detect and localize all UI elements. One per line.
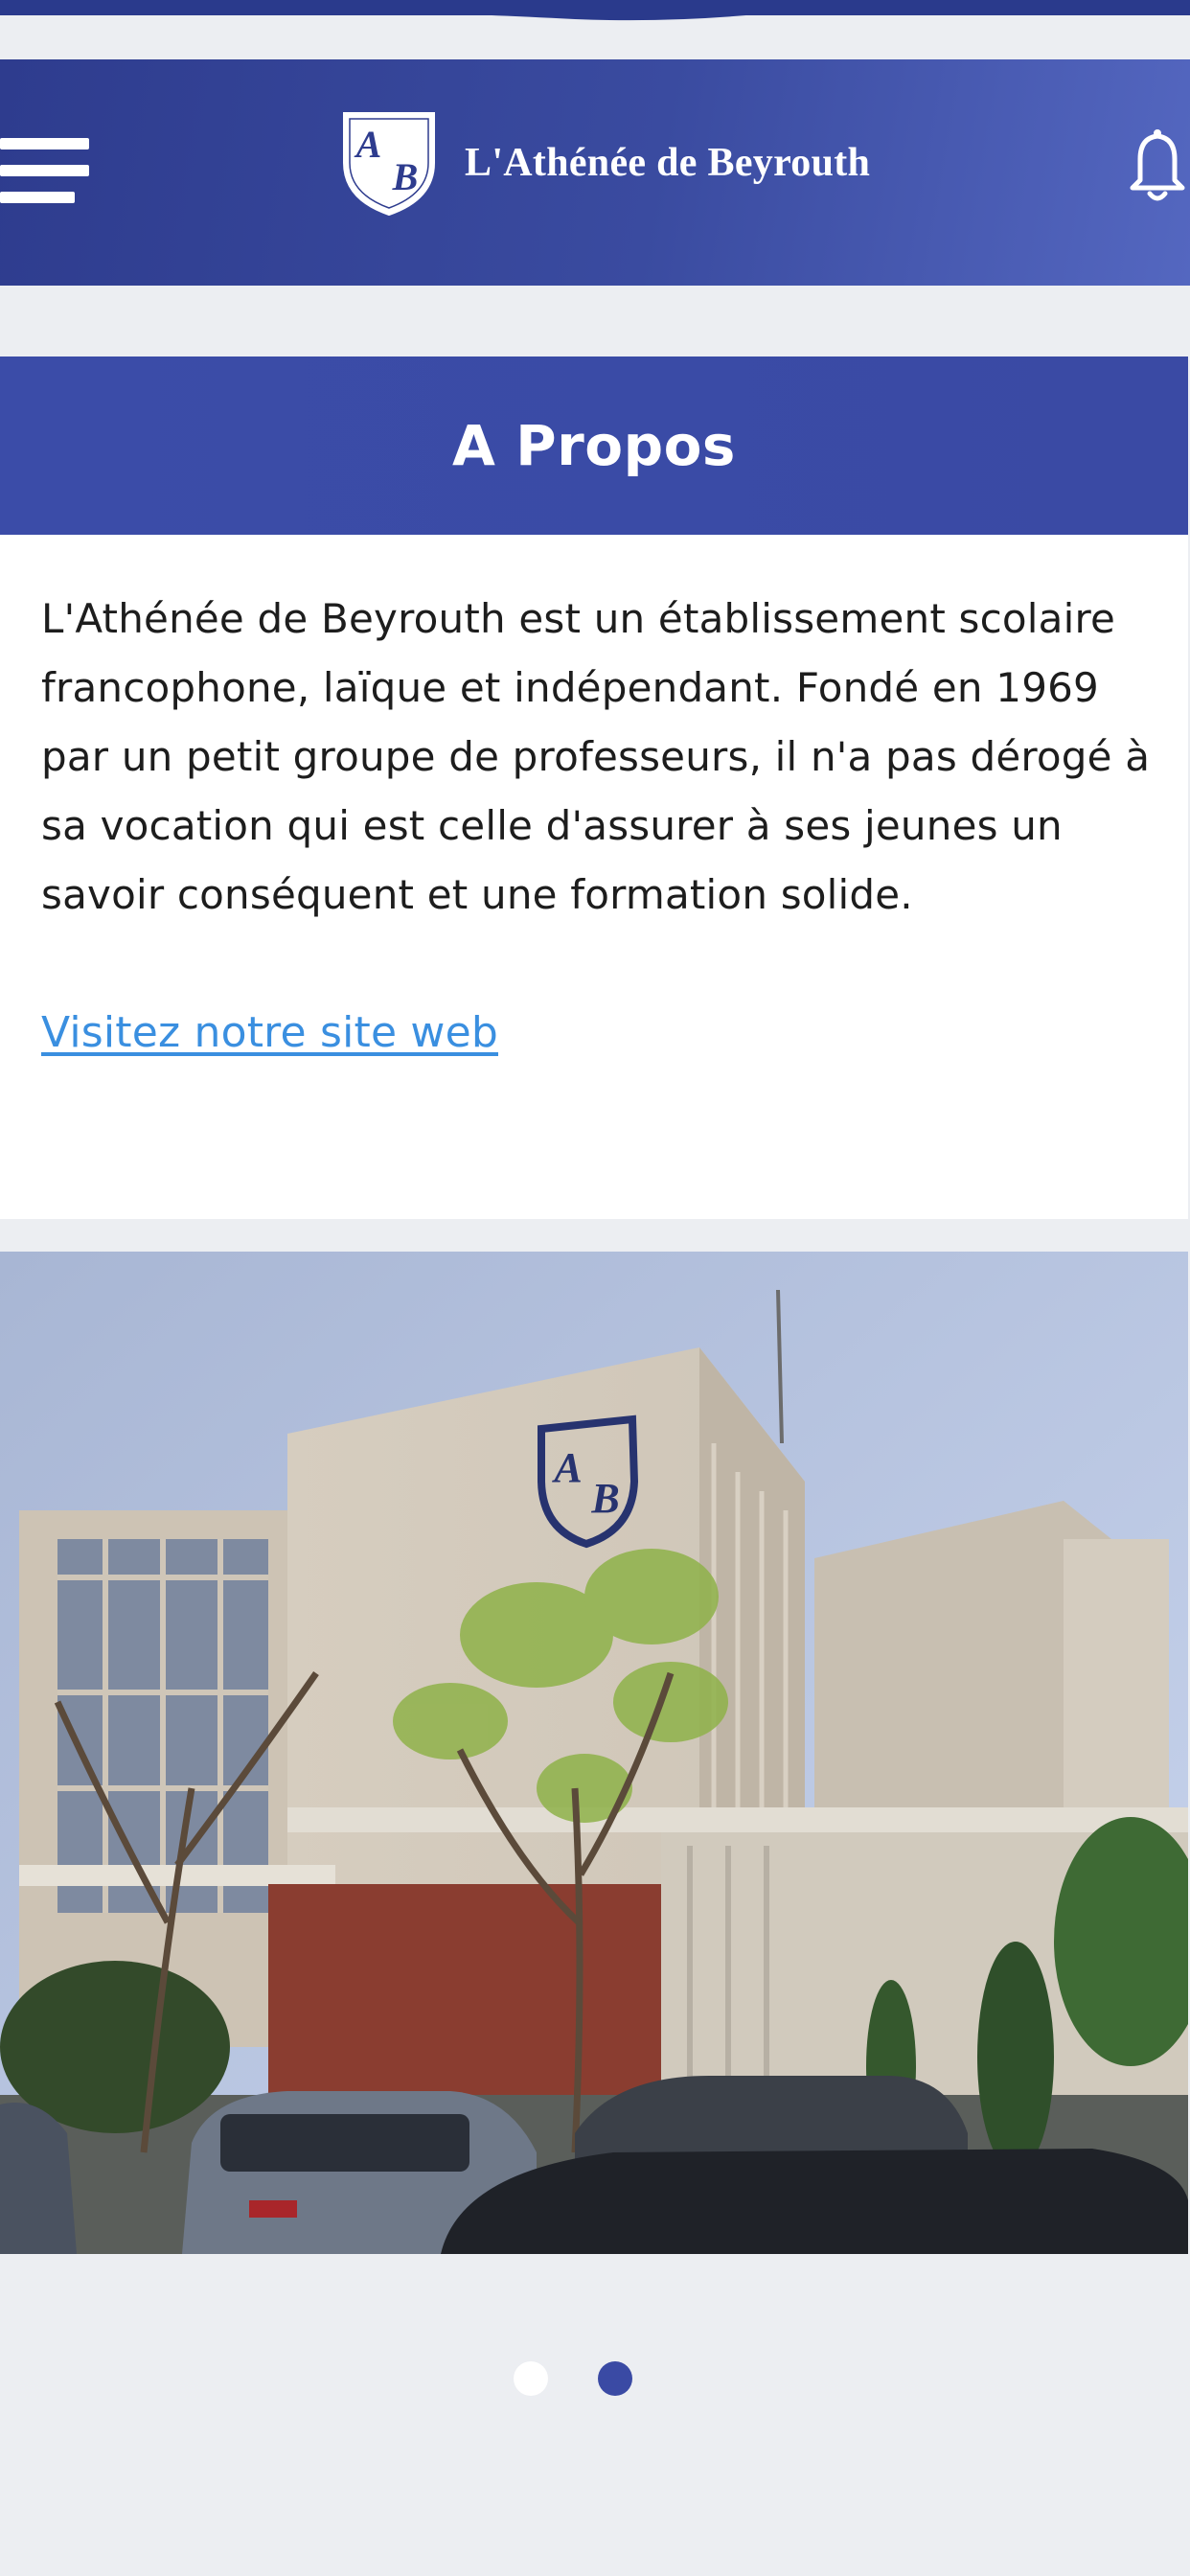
menu-button[interactable] (0, 126, 105, 222)
wall-crest-letter-b: B (590, 1475, 619, 1522)
status-curve (0, 0, 1190, 21)
about-header: A Propos (0, 356, 1188, 535)
brand-logo[interactable]: A B L'Athénée de Beyrouth (340, 105, 870, 220)
wall-crest-letter-a: A (551, 1444, 582, 1491)
app-header: A B L'Athénée de Beyrouth (0, 59, 1190, 286)
notifications-button[interactable] (1125, 125, 1190, 220)
about-body: L'Athénée de Beyrouth est un établisseme… (0, 535, 1188, 1068)
building-photo-illustration: A B (0, 1252, 1188, 2254)
school-building-photo[interactable]: A B (0, 1252, 1188, 2254)
crest-letter-b: B (392, 155, 419, 198)
about-title: A Propos (452, 413, 736, 478)
crest-letter-a: A (354, 123, 382, 166)
carousel-pagination (514, 2359, 640, 2398)
status-strip (0, 0, 1190, 59)
about-description: L'Athénée de Beyrouth est un établisseme… (41, 595, 1151, 918)
carousel-dot-1[interactable] (514, 2361, 548, 2396)
hamburger-menu-icon (0, 138, 89, 150)
about-card: A Propos L'Athénée de Beyrouth est un ét… (0, 356, 1188, 1219)
brand-name: L'Athénée de Beyrouth (465, 141, 871, 185)
hamburger-line (0, 192, 75, 203)
carousel-dot-2-active[interactable] (598, 2361, 632, 2396)
school-crest-icon: A B (343, 112, 435, 217)
bell-icon (1130, 127, 1185, 201)
website-link[interactable]: Visitez notre site web (41, 999, 498, 1068)
hamburger-line (0, 165, 89, 176)
